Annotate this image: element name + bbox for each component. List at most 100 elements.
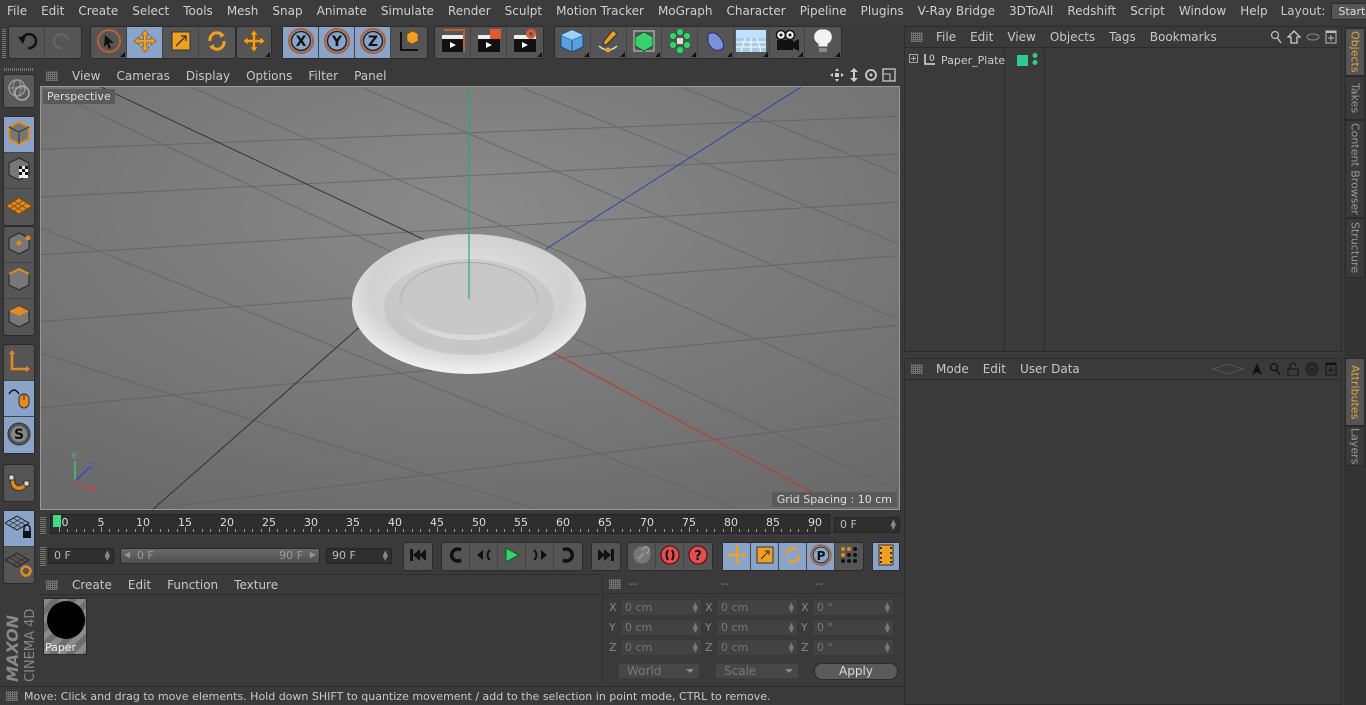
- home-icon[interactable]: [1286, 30, 1302, 47]
- render-settings-button[interactable]: [507, 27, 543, 58]
- menu-motion-tracker[interactable]: Motion Tracker: [549, 4, 651, 18]
- object-name[interactable]: Paper_Plate: [941, 54, 1007, 67]
- viewport-grip[interactable]: [46, 71, 58, 81]
- menu-plugins[interactable]: Plugins: [854, 4, 911, 18]
- tab-structure[interactable]: Structure: [1345, 218, 1365, 278]
- point-level-animation-button[interactable]: [835, 543, 863, 570]
- viewport-menu-cameras[interactable]: Cameras: [108, 69, 177, 83]
- viewport-menu-display[interactable]: Display: [178, 69, 238, 83]
- menu-script[interactable]: Script: [1123, 4, 1172, 18]
- viewport-navigation-button[interactable]: [4, 75, 34, 107]
- material-menu-function[interactable]: Function: [159, 578, 226, 592]
- tab-attributes[interactable]: Attributes: [1345, 358, 1365, 426]
- tweak-mode-button[interactable]: [4, 381, 34, 417]
- search-icon[interactable]: [1269, 362, 1281, 379]
- apply-button[interactable]: Apply: [814, 663, 898, 680]
- next-frame-button[interactable]: [526, 543, 554, 570]
- pen-spline-button[interactable]: [591, 27, 627, 58]
- axis-mode-button[interactable]: [4, 345, 34, 381]
- viewport-menu-view[interactable]: View: [64, 69, 108, 83]
- menu-mograph[interactable]: MoGraph: [651, 4, 720, 18]
- render-view-button[interactable]: [471, 27, 507, 58]
- layer-color-swatch[interactable]: [1017, 54, 1028, 66]
- timeline-grip[interactable]: [40, 516, 46, 534]
- go-to-end-button[interactable]: [592, 543, 620, 570]
- spinner-icon[interactable]: ▲ ▼: [789, 622, 794, 634]
- polygons-mode-button[interactable]: [4, 299, 34, 335]
- spinner-icon[interactable]: ▲ ▼: [693, 602, 698, 614]
- position-track-button[interactable]: [723, 543, 751, 570]
- rotation-track-button[interactable]: [779, 543, 807, 570]
- floor-button[interactable]: [734, 27, 770, 58]
- menu-animate[interactable]: Animate: [310, 4, 374, 18]
- menu-window[interactable]: Window: [1172, 4, 1233, 18]
- attribute-menu-mode[interactable]: Mode: [929, 362, 976, 376]
- unlock-icon[interactable]: [1287, 362, 1299, 379]
- move-tool[interactable]: [127, 27, 163, 58]
- autokeying-button[interactable]: [656, 543, 684, 570]
- toolbar-grip[interactable]: [2, 28, 6, 58]
- next-key-button[interactable]: [554, 543, 582, 570]
- light-button[interactable]: [805, 27, 841, 58]
- status-grip[interactable]: [6, 691, 18, 701]
- material-menu-create[interactable]: Create: [64, 578, 120, 592]
- spinner-icon[interactable]: ▲ ▼: [789, 642, 794, 654]
- scale-tool[interactable]: [163, 27, 199, 58]
- previous-key-button[interactable]: [442, 543, 470, 570]
- transform-mode-dropdown[interactable]: Scale: [715, 663, 799, 679]
- rotation-x-field[interactable]: 0 ° ▲ ▼: [812, 599, 894, 616]
- size-y-field[interactable]: 0 cm ▲ ▼: [716, 619, 798, 636]
- palette-grip[interactable]: [4, 68, 34, 71]
- tab-objects[interactable]: Objects: [1345, 28, 1365, 76]
- coordinate-space-dropdown[interactable]: World: [618, 663, 700, 679]
- undo-button[interactable]: [9, 27, 45, 58]
- object-menu-bookmarks[interactable]: Bookmarks: [1143, 30, 1224, 44]
- current-frame-field[interactable]: 0 F ▲ ▼: [834, 517, 900, 533]
- range-right-arrow-icon[interactable]: ▶: [310, 550, 316, 559]
- spinner-icon[interactable]: ▲ ▼: [105, 550, 110, 562]
- tab-layers[interactable]: Layers: [1345, 426, 1365, 466]
- solo-mode-button[interactable]: S: [4, 417, 34, 453]
- object-row[interactable]: 0 Paper_Plate: [905, 51, 1341, 69]
- toggle-layout-icon[interactable]: [882, 67, 896, 85]
- 3d-viewport[interactable]: Y Z X Perspective Grid Spacing : 10 cm: [40, 86, 900, 510]
- viewport-menu-filter[interactable]: Filter: [300, 69, 346, 83]
- rotate-view-icon[interactable]: [864, 68, 878, 85]
- material-menu-texture[interactable]: Texture: [226, 578, 286, 592]
- size-x-field[interactable]: 0 cm ▲ ▼: [716, 599, 798, 616]
- x-axis-lock-button[interactable]: X: [283, 27, 319, 58]
- play-button[interactable]: [498, 543, 526, 570]
- visibility-dots-icon[interactable]: [1032, 52, 1038, 69]
- viewport-menu-options[interactable]: Options: [238, 69, 300, 83]
- tab-content-browser[interactable]: Content Browser: [1345, 120, 1365, 218]
- camera-button[interactable]: [770, 27, 806, 58]
- new-window-icon[interactable]: [1325, 30, 1337, 47]
- workplane-align-button[interactable]: [4, 547, 34, 583]
- start-frame-field[interactable]: 0 F ▲ ▼: [48, 548, 114, 564]
- object-menu-file[interactable]: File: [929, 30, 963, 44]
- new-window-icon[interactable]: [1325, 362, 1337, 379]
- z-axis-lock-button[interactable]: Z: [355, 27, 391, 58]
- model-mode-button[interactable]: [4, 117, 34, 153]
- menu-file[interactable]: File: [0, 4, 34, 18]
- cube-primitive-button[interactable]: [555, 27, 591, 58]
- search-icon[interactable]: [1270, 30, 1282, 47]
- attribute-menu-edit[interactable]: Edit: [976, 362, 1013, 376]
- menu-mesh[interactable]: Mesh: [220, 4, 266, 18]
- previous-frame-button[interactable]: [470, 543, 498, 570]
- material-menu-edit[interactable]: Edit: [120, 578, 159, 592]
- object-grip[interactable]: [911, 32, 923, 42]
- material-swatch[interactable]: Paper: [43, 598, 87, 655]
- viewport-menu-panel[interactable]: Panel: [346, 69, 394, 83]
- points-mode-button[interactable]: [4, 227, 34, 263]
- menu-character[interactable]: Character: [719, 4, 792, 18]
- coordinates-grip[interactable]: [609, 578, 621, 589]
- y-axis-lock-button[interactable]: Y: [319, 27, 355, 58]
- end-frame-field[interactable]: 90 F ▲ ▼: [326, 548, 392, 564]
- layout-dropdown[interactable]: Startup: [1331, 2, 1366, 20]
- spinner-icon[interactable]: ▲ ▼: [885, 602, 890, 614]
- object-menu-view[interactable]: View: [1000, 30, 1042, 44]
- spinner-icon[interactable]: ▲ ▼: [693, 642, 698, 654]
- workplane-mode-button[interactable]: [4, 189, 34, 225]
- target-icon[interactable]: [1305, 362, 1319, 379]
